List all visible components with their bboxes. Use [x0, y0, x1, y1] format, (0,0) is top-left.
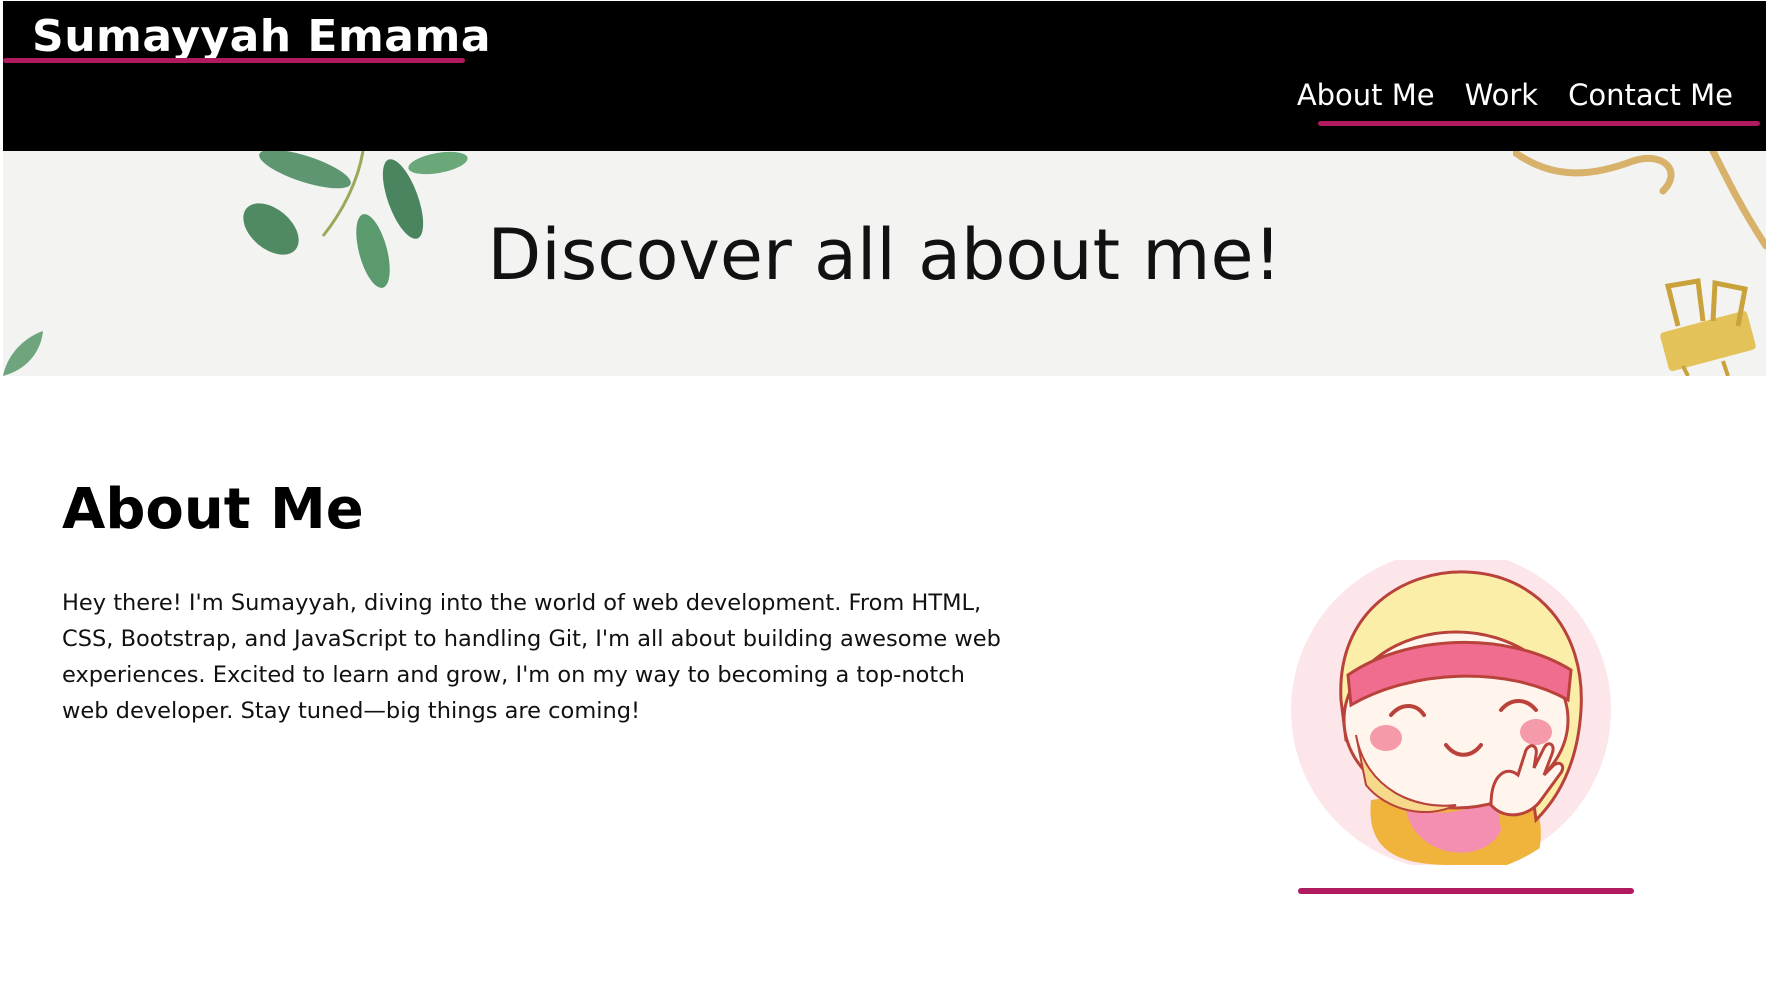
avatar-illustration: [1291, 560, 1611, 865]
hero-title: Discover all about me!: [487, 214, 1282, 296]
nav-underline: [1318, 121, 1760, 126]
nav-link-about-me[interactable]: About Me: [1297, 75, 1435, 115]
site-header: Sumayyah Emama About Me Work Contact Me: [3, 1, 1766, 151]
main-nav: About Me Work Contact Me: [1297, 75, 1733, 115]
nav-link-contact-me[interactable]: Contact Me: [1568, 75, 1733, 115]
hero-banner: Discover all about me!: [3, 151, 1766, 376]
nav-link-work[interactable]: Work: [1465, 75, 1538, 115]
about-heading: About Me: [62, 477, 364, 542]
leaf-decoration: [3, 331, 43, 376]
brand-underline: [3, 58, 465, 63]
avatar-underline: [1298, 888, 1634, 894]
page: Sumayyah Emama About Me Work Contact Me: [0, 0, 1766, 988]
about-text: Hey there! I'm Sumayyah, diving into the…: [62, 590, 1001, 724]
